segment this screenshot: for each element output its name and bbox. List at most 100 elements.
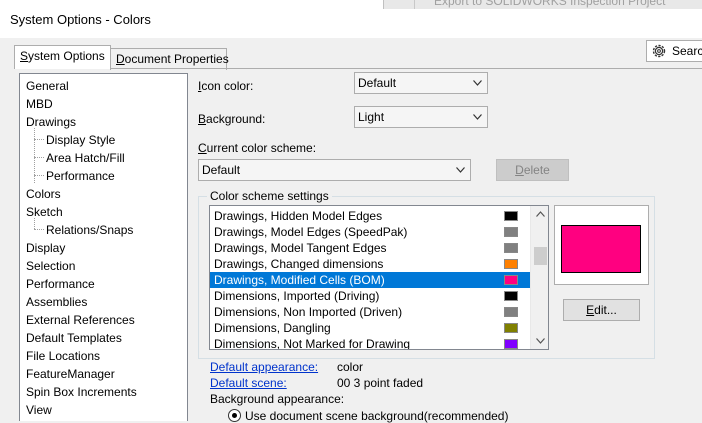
edit-color-button[interactable]: Edit...: [563, 299, 640, 321]
tab-document-properties-label: ocument Properties: [124, 52, 229, 66]
tree-connector: [34, 175, 44, 176]
window-title: System Options - Colors: [10, 12, 151, 27]
background-window: Export to SOLIDWORKS Inspection Project: [383, 0, 702, 9]
chevron-up-icon[interactable]: [536, 211, 545, 217]
color-swatch: [504, 227, 518, 237]
tree-connector: [34, 157, 44, 158]
tree-item-external-references[interactable]: External References: [26, 311, 135, 329]
chevron-down-icon[interactable]: [536, 338, 545, 344]
tree-item-drawings-performance[interactable]: Performance: [46, 167, 115, 185]
tree-item-file-locations[interactable]: File Locations: [26, 347, 100, 365]
list-item-label: Dimensions, Not Marked for Drawing: [214, 337, 411, 350]
list-item-label: Drawings, Model Tangent Edges: [214, 241, 387, 255]
tree-item-mbd[interactable]: MBD: [26, 95, 53, 113]
tree-item-performance[interactable]: Performance: [26, 275, 95, 293]
list-item-label: Drawings, Modified Cells (BOM): [214, 273, 385, 287]
list-item[interactable]: Dimensions, Non Imported (Driven): [210, 304, 530, 320]
list-item-label: Drawings, Changed dimensions: [214, 257, 384, 271]
tree-connector: [34, 139, 44, 140]
color-scheme-value: Default: [202, 163, 241, 177]
list-item-label: Dimensions, Imported (Driving): [214, 289, 380, 303]
delete-button-key: D: [515, 163, 524, 177]
color-swatch: [504, 339, 518, 349]
color-swatch: [504, 259, 518, 269]
tree-connector: [34, 229, 44, 230]
color-swatch: [504, 307, 518, 317]
list-item[interactable]: Drawings, Model Edges (SpeedPak): [210, 224, 530, 240]
background-appearance-label: Background appearance:: [210, 392, 345, 406]
icon-color-value: Default: [358, 76, 397, 90]
scrollbar-thumb[interactable]: [534, 247, 547, 265]
tree-item-display[interactable]: Display: [26, 239, 65, 257]
color-swatch: [504, 323, 518, 333]
tree-item-relations-snaps[interactable]: Relations/Snaps: [46, 221, 133, 239]
list-item[interactable]: Drawings, Changed dimensions: [210, 256, 530, 272]
default-appearance-link[interactable]: Default appearance:: [210, 360, 318, 374]
tree-item-area-hatch-fill[interactable]: Area Hatch/Fill: [46, 149, 125, 167]
tree-item-featuremanager[interactable]: FeatureManager: [26, 365, 115, 383]
list-item-label: Dimensions, Dangling: [214, 321, 331, 335]
default-scene-link[interactable]: Default scene:: [210, 376, 287, 390]
color-scheme-settings-legend: Color scheme settings: [207, 189, 332, 203]
tree-item-selection[interactable]: Selection: [26, 257, 75, 275]
color-scheme-select[interactable]: Default: [198, 159, 471, 181]
search-options-button[interactable]: Search: [646, 40, 702, 62]
tree-item-display-style[interactable]: Display Style: [46, 131, 115, 149]
tree-item-view[interactable]: View: [26, 401, 52, 419]
color-scheme-list[interactable]: Drawings, Hidden Model Edges Drawings, M…: [209, 205, 549, 350]
tree-item-drawings[interactable]: Drawings: [26, 113, 76, 131]
background-label-key: B: [198, 112, 207, 126]
default-scene-value: 00 3 point faded: [337, 376, 424, 390]
list-item-selected[interactable]: Drawings, Modified Cells (BOM): [210, 272, 530, 288]
chevron-down-icon: [473, 114, 482, 120]
background-select[interactable]: Light: [354, 106, 488, 128]
background-label: Background:: [198, 112, 265, 126]
icon-color-label: Icon color:: [198, 79, 253, 93]
list-item[interactable]: Drawings, Model Tangent Edges: [210, 240, 530, 256]
list-item[interactable]: Dimensions, Imported (Driving): [210, 288, 530, 304]
use-document-scene-radio[interactable]: [228, 409, 241, 422]
list-item[interactable]: Dimensions, Not Marked for Drawing: [210, 336, 530, 350]
tree-item-general[interactable]: General: [26, 77, 69, 95]
tree-item-spin-box-increments[interactable]: Spin Box Increments: [26, 383, 137, 401]
delete-button-label: elete: [523, 163, 550, 177]
default-appearance-value: color: [337, 360, 364, 374]
icon-color-select[interactable]: Default: [354, 72, 488, 94]
list-item-label: Drawings, Model Edges (SpeedPak): [214, 225, 408, 239]
edit-button-label: dit...: [594, 303, 617, 317]
edit-button-key: E: [586, 303, 595, 317]
search-label: Search: [672, 44, 702, 58]
current-color-scheme-label: Current color scheme:: [198, 141, 316, 155]
tab-document-properties-key: D: [116, 52, 125, 66]
color-swatch: [504, 243, 518, 253]
list-item[interactable]: Drawings, Hidden Model Edges: [210, 208, 530, 224]
list-item[interactable]: Dimensions, Dangling: [210, 320, 530, 336]
gear-icon: [652, 44, 666, 58]
list-item-label: Dimensions, Non Imported (Driven): [214, 305, 403, 319]
tab-system-options-label: ystem Options: [28, 49, 105, 63]
background-window-text: Export to SOLIDWORKS Inspection Project: [434, 0, 666, 8]
color-preview: [554, 205, 649, 285]
radio-selected-dot: [232, 413, 237, 418]
tree-item-sketch[interactable]: Sketch: [26, 203, 63, 221]
tree-item-default-templates[interactable]: Default Templates: [26, 329, 122, 347]
options-tree[interactable]: General MBD Drawings Display Style Area …: [19, 73, 188, 421]
background-value: Light: [358, 110, 385, 124]
color-swatch: [504, 275, 518, 285]
tree-item-colors[interactable]: Colors: [26, 185, 61, 203]
icon-color-label-text: con color:: [201, 79, 254, 93]
tree-item-assemblies[interactable]: Assemblies: [26, 293, 87, 311]
background-label-text: ackground:: [206, 112, 266, 126]
delete-button[interactable]: Delete: [496, 159, 569, 181]
chevron-down-icon: [473, 80, 482, 86]
tab-divider: [14, 68, 702, 69]
list-scrollbar[interactable]: [530, 206, 548, 349]
color-swatch: [504, 211, 518, 221]
color-preview-swatch: [561, 225, 641, 273]
title-bar: System Options - Colors Export to SOLIDW…: [0, 0, 702, 38]
color-swatch: [504, 291, 518, 301]
current-color-scheme-label-key: C: [198, 141, 207, 155]
tab-system-options[interactable]: System Options: [14, 45, 111, 69]
tab-document-properties[interactable]: Document Properties: [110, 48, 229, 70]
tab-system-options-key: S: [20, 49, 29, 63]
